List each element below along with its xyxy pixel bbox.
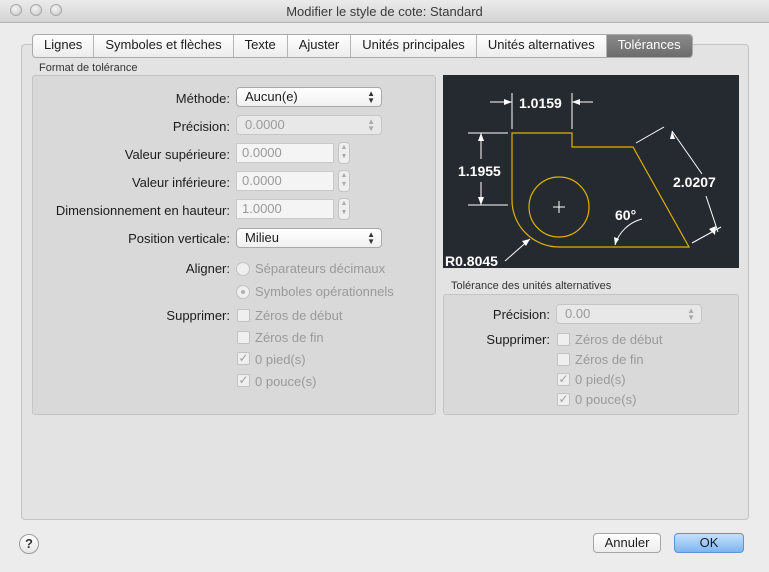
angle-label: 60° xyxy=(615,207,636,223)
dimension-left-label: 1.1955 xyxy=(458,163,501,179)
symboles-operationnels-radio[interactable] xyxy=(236,285,250,299)
help-button[interactable]: ? xyxy=(19,534,39,554)
position-verticale-label: Position verticale: xyxy=(128,231,230,246)
position-verticale-value: Milieu xyxy=(245,230,279,245)
tab-unites-principales[interactable]: Unités principales xyxy=(351,35,477,57)
checkmark-icon: ✓ xyxy=(238,351,249,365)
alt-pied-label: 0 pied(s) xyxy=(575,372,626,387)
tab-lignes[interactable]: Lignes xyxy=(33,35,95,57)
pouce-label: 0 pouce(s) xyxy=(255,374,317,389)
alt-group-label: Tolérance des unités alternatives xyxy=(451,280,612,292)
tab-unites-alternatives[interactable]: Unités alternatives xyxy=(477,35,607,57)
dimension-top-label: 1.0159 xyxy=(519,95,562,111)
zeros-debut-checkbox[interactable] xyxy=(237,309,250,322)
preview-panel: 1.0159 1.1955 2.0207 60° R0.8045 xyxy=(443,75,739,269)
alt-zeros-debut-checkbox[interactable] xyxy=(557,333,570,346)
pouce-checkbox[interactable]: ✓ xyxy=(237,374,250,387)
hauteur-stepper[interactable]: ▲ ▼ xyxy=(338,198,350,220)
precision-value: 0.0000 xyxy=(245,117,285,132)
alt-pouce-checkbox[interactable]: ✓ xyxy=(557,393,570,406)
dimension-preview-drawing: 1.0159 1.1955 2.0207 60° R0.8045 xyxy=(445,93,722,269)
window-title: Modifier le style de cote: Standard xyxy=(286,4,483,19)
tab-symboles-fleches[interactable]: Symboles et flèches xyxy=(94,35,234,57)
pied-checkbox[interactable]: ✓ xyxy=(237,352,250,365)
supprimer-label: Supprimer: xyxy=(166,308,230,323)
zeros-debut-label: Zéros de début xyxy=(255,308,343,323)
radius-label: R0.8045 xyxy=(445,253,498,268)
methode-value: Aucun(e) xyxy=(245,89,298,104)
valeur-superieure-stepper[interactable]: ▲ ▼ xyxy=(338,142,350,164)
pied-label: 0 pied(s) xyxy=(255,352,306,367)
alt-pied-checkbox[interactable]: ✓ xyxy=(557,373,570,386)
checkmark-icon: ✓ xyxy=(238,373,249,387)
cancel-button[interactable]: Annuler xyxy=(593,533,661,553)
format-group-label: Format de tolérance xyxy=(39,62,138,74)
symboles-operationnels-label: Symboles opérationnels xyxy=(255,284,394,299)
valeur-superieure-label: Valeur supérieure: xyxy=(124,147,230,162)
aligner-label: Aligner: xyxy=(185,261,230,276)
alt-supprimer-label: Supprimer: xyxy=(486,332,550,347)
valeur-inferieure-label: Valeur inférieure: xyxy=(131,175,230,190)
checkmark-icon: ✓ xyxy=(558,372,569,386)
position-verticale-popup[interactable]: Milieu ▲ ▼ xyxy=(236,228,382,248)
valeur-inferieure-field[interactable]: 0.0000 xyxy=(236,171,334,191)
zeros-fin-checkbox[interactable] xyxy=(237,331,250,344)
tab-texte[interactable]: Texte xyxy=(234,35,288,57)
alt-zeros-fin-label: Zéros de fin xyxy=(575,352,644,367)
checkmark-icon: ✓ xyxy=(558,392,569,406)
hauteur-field[interactable]: 1.0000 xyxy=(236,199,334,219)
zeros-fin-label: Zéros de fin xyxy=(255,330,324,345)
popup-arrows-icon: ▲ ▼ xyxy=(687,306,695,322)
hauteur-label: Dimensionnement en hauteur: xyxy=(55,203,230,218)
part-outline xyxy=(511,132,691,248)
alt-pouce-label: 0 pouce(s) xyxy=(575,392,637,407)
alt-precision-popup[interactable]: 0.00 ▲ ▼ xyxy=(556,304,702,324)
alt-zeros-fin-checkbox[interactable] xyxy=(557,353,570,366)
methode-popup[interactable]: Aucun(e) ▲ ▼ xyxy=(236,87,382,107)
tab-ajuster[interactable]: Ajuster xyxy=(288,35,352,57)
alt-precision-label: Précision: xyxy=(492,307,550,322)
valeur-superieure-field[interactable]: 0.0000 xyxy=(236,143,334,163)
tab-tolerances[interactable]: Tolérances xyxy=(606,35,692,57)
valeur-inferieure-stepper[interactable]: ▲ ▼ xyxy=(338,170,350,192)
tab-bar: Lignes Symboles et flèches Texte Ajuster… xyxy=(32,34,693,58)
precision-popup[interactable]: 0.0000 ▲ ▼ xyxy=(236,115,382,135)
dimension-arrows xyxy=(478,99,716,246)
alt-zeros-debut-label: Zéros de début xyxy=(575,332,663,347)
separateurs-decimaux-label: Séparateurs décimaux xyxy=(255,261,386,276)
separateurs-decimaux-radio[interactable] xyxy=(236,262,250,276)
popup-arrows-icon: ▲ ▼ xyxy=(367,230,375,246)
dimension-right-label: 2.0207 xyxy=(673,174,716,190)
precision-label: Précision: xyxy=(172,119,230,134)
alt-precision-value: 0.00 xyxy=(565,306,591,321)
title-bar: Modifier le style de cote: Standard xyxy=(0,0,769,23)
popup-arrows-icon: ▲ ▼ xyxy=(367,89,375,105)
methode-label: Méthode: xyxy=(175,91,230,106)
ok-button[interactable]: OK xyxy=(674,533,744,553)
popup-arrows-icon: ▲ ▼ xyxy=(367,117,375,133)
